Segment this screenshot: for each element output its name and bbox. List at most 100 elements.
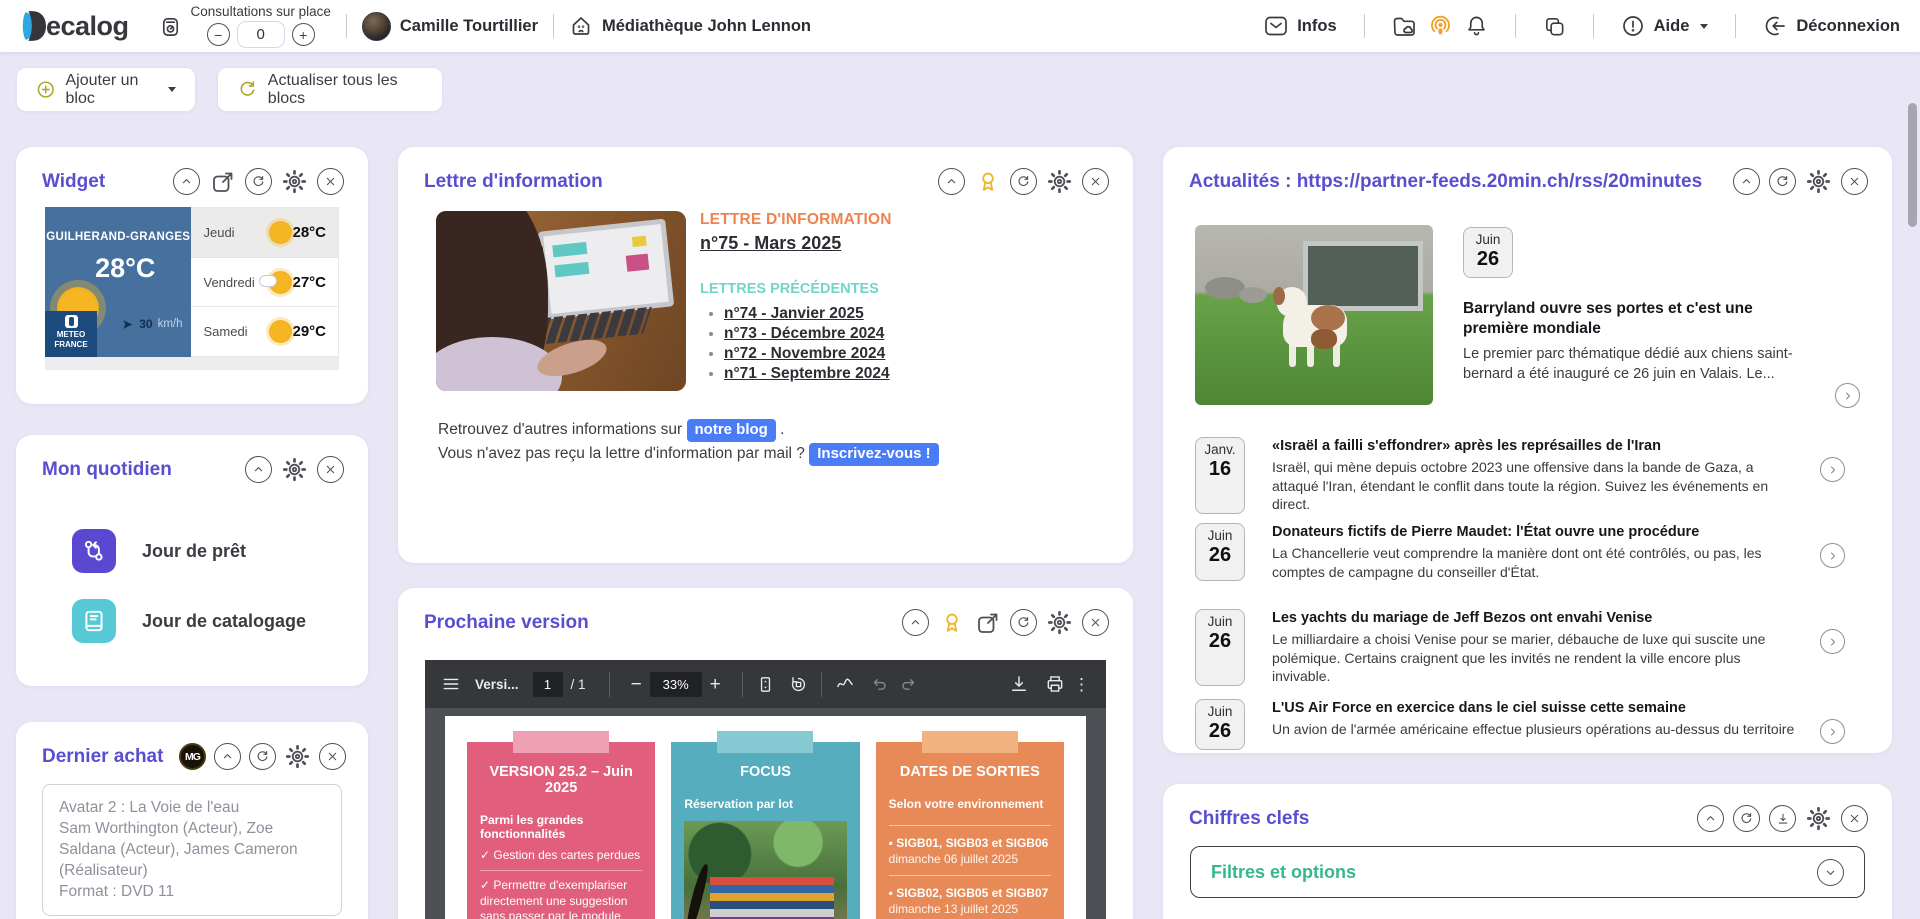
version-features-card: VERSION 25.2 – Juin 2025 Parmi les grand… — [467, 742, 655, 919]
fit-page-icon[interactable] — [756, 675, 775, 694]
close-icon[interactable] — [317, 168, 344, 195]
blog-link-button[interactable]: notre blog — [687, 419, 776, 442]
refresh-icon[interactable] — [1010, 168, 1037, 195]
divider — [742, 672, 743, 697]
pdf-more-menu[interactable]: ⋮ — [1065, 676, 1090, 693]
previous-letter-link[interactable]: n°74 - Janvier 2025 — [724, 305, 864, 322]
close-icon[interactable] — [317, 456, 344, 483]
close-icon[interactable] — [1841, 805, 1868, 832]
filters-options-accordion[interactable]: Filtres et options — [1190, 846, 1865, 898]
copy-windows-icon[interactable] — [1543, 15, 1566, 38]
open-article-button[interactable] — [1820, 719, 1845, 744]
close-icon[interactable] — [1082, 609, 1109, 636]
refresh-icon[interactable] — [1769, 168, 1796, 195]
collapse-icon[interactable] — [245, 456, 272, 483]
article-desc: Le milliardaire a choisi Venise pour se … — [1272, 630, 1795, 686]
settings-gear-icon[interactable] — [281, 168, 308, 195]
counter-stepper: − 0 + — [207, 21, 315, 48]
folder-cloud-icon[interactable] — [1392, 15, 1416, 38]
settings-gear-icon[interactable] — [1046, 609, 1073, 636]
list-item: n°72 - Novembre 2024 — [724, 345, 892, 363]
broadcast-icon[interactable] — [1428, 14, 1453, 39]
article-row[interactable]: Janv. 16 «Israël a failli s'effondrer» a… — [1195, 437, 1845, 514]
annotate-icon[interactable] — [835, 674, 855, 694]
article-title[interactable]: L'US Air Force en exercice dans le ciel … — [1272, 699, 1795, 718]
collapse-icon[interactable] — [173, 168, 200, 195]
quotidien-item-loan-day[interactable]: Jour de prêt — [72, 529, 246, 573]
notifications-bell-icon[interactable] — [1465, 14, 1488, 38]
previous-letter-link[interactable]: n°72 - Novembre 2024 — [724, 345, 885, 362]
download-icon[interactable] — [1769, 805, 1796, 832]
zoom-out-button[interactable]: − — [623, 675, 650, 694]
pdf-menu-icon[interactable] — [441, 674, 461, 694]
refresh-icon[interactable] — [1010, 609, 1037, 636]
page-scrollbar[interactable] — [1908, 103, 1917, 227]
add-block-button[interactable]: Ajouter un bloc — [16, 67, 196, 112]
decalog-logo[interactable]: ecalog — [20, 11, 129, 42]
open-article-button[interactable] — [1820, 457, 1845, 482]
article-row[interactable]: Juin 26 L'US Air Force en exercice dans … — [1195, 699, 1845, 750]
onsite-consultations-counter: Consultations sur place − 0 + — [159, 4, 331, 48]
settings-gear-icon[interactable] — [284, 743, 311, 770]
open-external-icon[interactable] — [209, 168, 236, 195]
download-icon[interactable] — [1009, 674, 1029, 694]
settings-gear-icon[interactable] — [1046, 168, 1073, 195]
settings-gear-icon[interactable] — [1805, 805, 1832, 832]
collapse-icon[interactable] — [214, 743, 241, 770]
divider — [821, 672, 822, 697]
open-article-button[interactable] — [1835, 383, 1860, 408]
counter-value[interactable]: 0 — [237, 21, 285, 48]
purchase-title: Avatar 2 : La Voie de l'eau — [59, 797, 325, 818]
article-title[interactable]: Les yachts du mariage de Jeff Bezos ont … — [1272, 609, 1795, 628]
open-article-button[interactable] — [1820, 543, 1845, 568]
close-icon[interactable] — [1841, 168, 1868, 195]
refresh-icon[interactable] — [245, 168, 272, 195]
print-icon[interactable] — [1045, 674, 1065, 694]
wind-indicator: 30 km/h — [121, 317, 182, 331]
pdf-page-total: / 1 — [571, 677, 586, 692]
library-name: Médiathèque John Lennon — [602, 17, 811, 36]
article-row[interactable]: Juin 26 Les yachts du mariage de Jeff Be… — [1195, 609, 1845, 686]
chevron-down-icon[interactable] — [1817, 859, 1844, 886]
pdf-page-input[interactable]: 1 — [533, 672, 563, 697]
article-title[interactable]: «Israël a failli s'effondrer» après les … — [1272, 437, 1795, 456]
aide-menu[interactable]: Aide — [1621, 14, 1709, 38]
collapse-icon[interactable] — [938, 168, 965, 195]
release-entry: ▪ SIGB01, SIGB03 et SIGB06 dimanche 06 j… — [889, 826, 1051, 876]
current-user[interactable]: Camille Tourtillier — [362, 12, 538, 41]
subscribe-button[interactable]: Inscrivez-vous ! — [809, 443, 938, 466]
settings-gear-icon[interactable] — [281, 456, 308, 483]
collapse-icon[interactable] — [1697, 805, 1724, 832]
counter-increment-button[interactable]: + — [292, 23, 315, 46]
settings-gear-icon[interactable] — [1805, 168, 1832, 195]
refresh-icon[interactable] — [1733, 805, 1760, 832]
open-article-button[interactable] — [1820, 629, 1845, 654]
close-icon[interactable] — [319, 743, 346, 770]
refresh-all-blocks-button[interactable]: Actualiser tous les blocs — [217, 67, 443, 112]
ribbon-icon[interactable] — [938, 609, 965, 636]
counter-decrement-button[interactable]: − — [207, 23, 230, 46]
featured-article-title[interactable]: Barryland ouvre ses portes et c'est une … — [1463, 299, 1793, 339]
library-building-icon — [569, 14, 593, 38]
collapse-icon[interactable] — [1733, 168, 1760, 195]
collapse-icon[interactable] — [902, 609, 929, 636]
article-date-badge: Juin 26 — [1195, 609, 1245, 686]
ribbon-icon[interactable] — [974, 168, 1001, 195]
quotidien-item-cataloging-day[interactable]: Jour de catalogage — [72, 599, 306, 643]
zoom-in-button[interactable]: + — [702, 675, 729, 694]
current-library[interactable]: Médiathèque John Lennon — [569, 14, 811, 38]
previous-letter-link[interactable]: n°73 - Décembre 2024 — [724, 325, 884, 342]
open-external-icon[interactable] — [974, 609, 1001, 636]
infos-button[interactable]: Infos — [1264, 15, 1336, 37]
current-newsletter-link[interactable]: n°75 - Mars 2025 — [700, 233, 841, 254]
previous-letter-link[interactable]: n°71 - Septembre 2024 — [724, 365, 890, 382]
featured-article-image[interactable] — [1195, 225, 1433, 405]
pdf-zoom-level[interactable]: 33% — [650, 672, 702, 697]
refresh-icon[interactable] — [249, 743, 276, 770]
rotate-icon[interactable] — [789, 675, 808, 694]
article-row[interactable]: Juin 26 Donateurs fictifs de Pierre Maud… — [1195, 523, 1845, 581]
undo-icon — [869, 675, 888, 694]
article-title[interactable]: Donateurs fictifs de Pierre Maudet: l'Ét… — [1272, 523, 1795, 542]
close-icon[interactable] — [1082, 168, 1109, 195]
deconnexion-button[interactable]: Déconnexion — [1763, 14, 1900, 38]
